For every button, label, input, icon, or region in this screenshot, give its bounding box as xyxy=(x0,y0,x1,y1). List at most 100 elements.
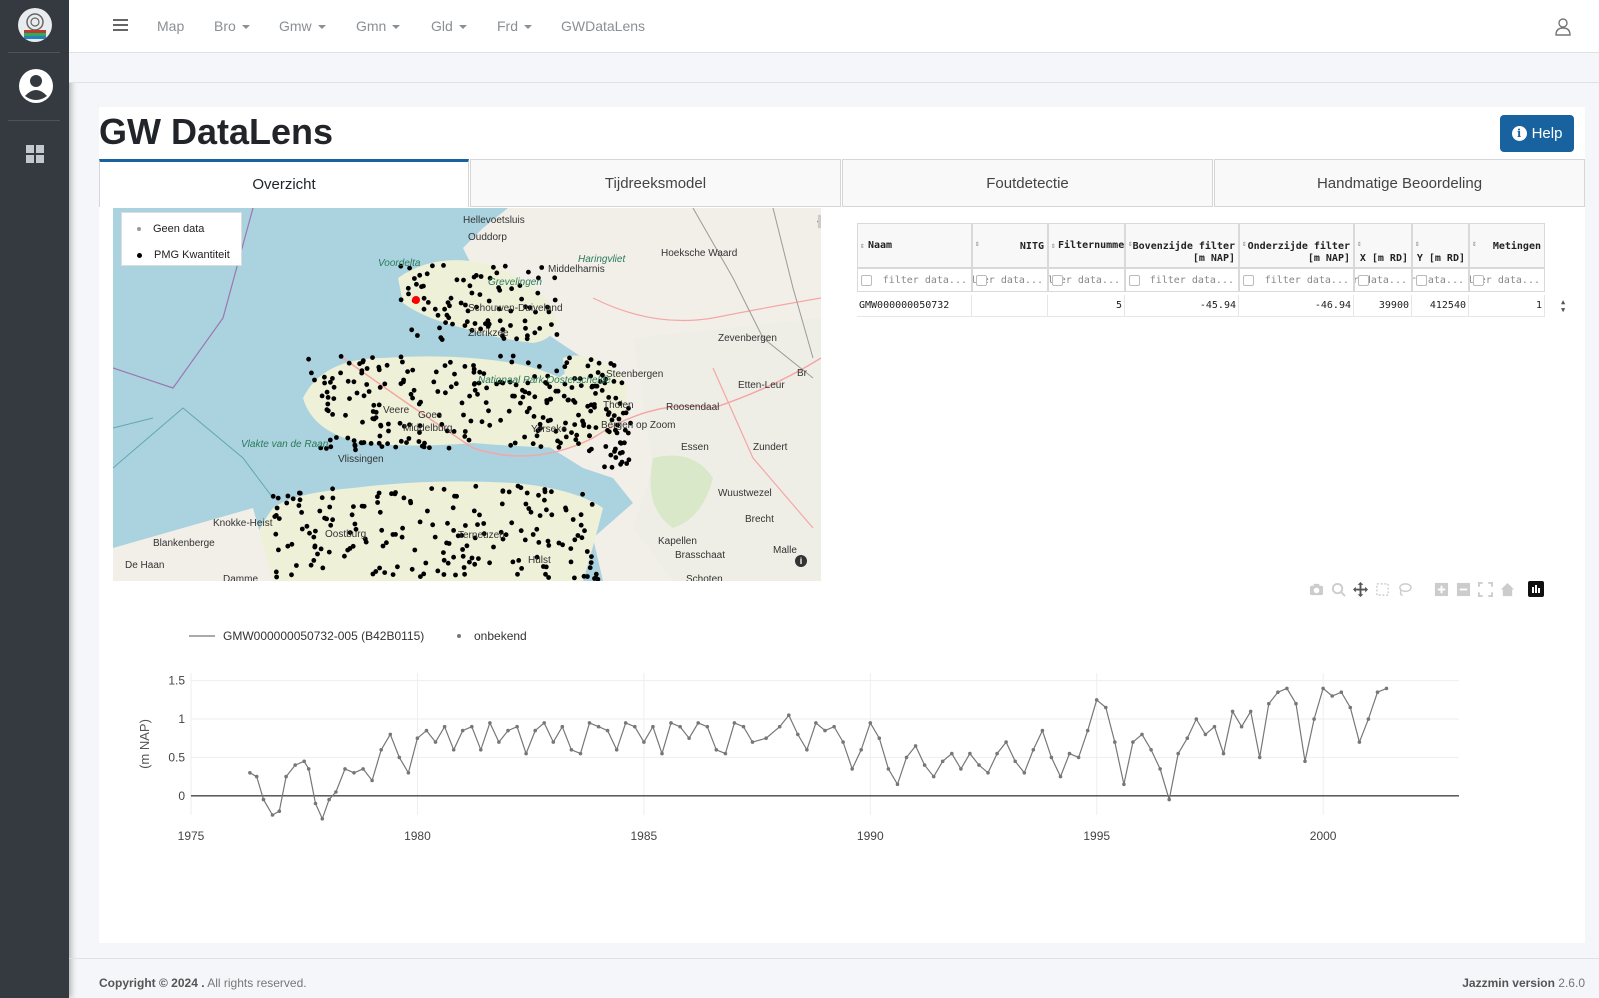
map-well-marker[interactable] xyxy=(405,369,410,374)
map-well-marker[interactable] xyxy=(334,435,339,440)
filter-input-bovenzijde[interactable]: filter data... xyxy=(1125,268,1239,292)
map-well-marker[interactable] xyxy=(315,551,320,557)
map-well-marker[interactable] xyxy=(351,504,356,509)
map-well-marker[interactable] xyxy=(477,292,483,297)
map-well-marker[interactable] xyxy=(599,388,605,393)
map-well-marker[interactable] xyxy=(408,391,414,397)
map-well-marker[interactable] xyxy=(299,526,305,532)
map-well-marker[interactable] xyxy=(518,528,524,534)
map-well-marker[interactable] xyxy=(376,440,382,446)
map-well-marker[interactable] xyxy=(460,553,466,559)
map-well-marker[interactable] xyxy=(360,419,365,425)
nav-item-frd[interactable]: Frd xyxy=(497,18,532,34)
map-well-marker[interactable] xyxy=(532,330,538,336)
map-well-marker[interactable] xyxy=(331,396,337,401)
map-well-marker[interactable] xyxy=(506,489,512,495)
map-well-marker[interactable] xyxy=(530,532,536,537)
map-well-marker[interactable] xyxy=(352,521,358,527)
map-well-marker[interactable] xyxy=(462,571,467,577)
map-well-marker[interactable] xyxy=(524,490,530,496)
map-well-marker[interactable] xyxy=(471,366,477,372)
map-well-marker[interactable] xyxy=(588,560,594,565)
map-well-marker[interactable] xyxy=(625,430,631,436)
map-well-marker[interactable] xyxy=(561,393,567,399)
map-well-marker[interactable] xyxy=(290,496,296,502)
col-header-onderzijde[interactable]: ⇕ Onderzijde filter [m NAP] xyxy=(1239,223,1354,268)
map-well-marker[interactable] xyxy=(536,540,542,545)
map-well-marker[interactable] xyxy=(411,387,417,393)
map-well-marker[interactable] xyxy=(451,528,456,533)
map-well-marker[interactable] xyxy=(322,374,327,380)
nav-item-gwdatalens[interactable]: GWDataLens xyxy=(561,18,645,34)
map-well-marker[interactable] xyxy=(415,333,420,338)
map-well-marker[interactable] xyxy=(580,491,585,497)
map-well-marker[interactable] xyxy=(613,455,619,460)
map-well-marker[interactable] xyxy=(446,541,452,546)
zoom-icon[interactable] xyxy=(1331,582,1346,597)
map-well-marker[interactable] xyxy=(446,445,452,451)
map-well-marker[interactable] xyxy=(320,565,326,571)
map-well-marker[interactable] xyxy=(429,486,435,491)
map-well-marker[interactable] xyxy=(382,570,388,575)
map-well-marker[interactable] xyxy=(460,547,465,552)
tab-foutdetectie[interactable]: Foutdetectie xyxy=(842,159,1213,207)
map-well-marker[interactable] xyxy=(467,283,473,289)
tab-handmatige-beoordeling[interactable]: Handmatige Beoordeling xyxy=(1214,159,1585,207)
map-well-marker[interactable] xyxy=(514,336,519,342)
map-well-marker[interactable] xyxy=(522,434,527,440)
map-well-marker[interactable] xyxy=(441,486,447,492)
map-well-marker[interactable] xyxy=(368,441,374,446)
map-well-marker[interactable] xyxy=(312,377,317,383)
map-well-marker[interactable] xyxy=(522,389,528,395)
legend-item-geen-data[interactable]: Geen data xyxy=(137,223,204,235)
map-well-marker[interactable] xyxy=(537,513,543,518)
map-well-marker[interactable] xyxy=(509,359,515,365)
map-well-marker[interactable] xyxy=(545,538,551,544)
map-well-marker[interactable] xyxy=(534,526,540,532)
map-well-marker[interactable] xyxy=(445,520,450,526)
map-well-marker[interactable] xyxy=(294,563,299,568)
row-scroll-arrows-icon[interactable]: ▲ ▼ xyxy=(1561,298,1565,314)
map-well-marker[interactable] xyxy=(380,543,386,549)
map-well-marker[interactable] xyxy=(520,394,526,400)
map-well-marker[interactable] xyxy=(351,438,357,443)
col-header-x[interactable]: ⇕ X [m RD] xyxy=(1354,223,1412,268)
map-well-marker[interactable] xyxy=(441,550,446,555)
map-well-marker[interactable] xyxy=(330,412,335,417)
map-well-marker[interactable] xyxy=(461,565,467,570)
map-well-marker[interactable] xyxy=(359,503,365,509)
map-well-marker[interactable] xyxy=(587,565,593,571)
map-well-marker[interactable] xyxy=(443,320,448,325)
map-well-marker[interactable] xyxy=(479,419,485,425)
map-well-marker[interactable] xyxy=(435,389,441,394)
map-well-marker[interactable] xyxy=(475,391,480,397)
map-well-marker[interactable] xyxy=(588,408,594,414)
map-well-marker[interactable] xyxy=(393,532,398,537)
map-well-marker[interactable] xyxy=(366,389,372,394)
map-well-marker[interactable] xyxy=(370,416,376,421)
map-well-marker[interactable] xyxy=(573,437,579,443)
filter-input-metingen[interactable]: filter data... xyxy=(1469,268,1545,292)
map-well-marker[interactable] xyxy=(379,527,385,533)
col-header-nitg[interactable]: ⇕ NITG xyxy=(972,223,1048,268)
map-well-marker[interactable] xyxy=(452,493,457,499)
map-well-marker[interactable] xyxy=(524,409,530,415)
map-well-marker[interactable] xyxy=(370,355,375,360)
map-well-marker[interactable] xyxy=(466,437,472,443)
map-well-marker[interactable] xyxy=(343,412,348,418)
map-well-marker[interactable] xyxy=(385,441,390,447)
map-well-marker[interactable] xyxy=(494,270,500,276)
map-well-marker[interactable] xyxy=(430,522,436,528)
map-well-marker[interactable] xyxy=(375,500,380,505)
map-well-marker[interactable] xyxy=(359,370,365,376)
map-well-marker[interactable] xyxy=(477,369,483,375)
map-well-marker[interactable] xyxy=(409,327,415,333)
map-well-marker[interactable] xyxy=(289,572,294,578)
map-well-marker[interactable] xyxy=(497,287,503,293)
map-well-marker[interactable] xyxy=(469,555,475,561)
map-well-marker[interactable] xyxy=(400,525,405,531)
map-well-marker[interactable] xyxy=(508,323,513,328)
map-well-marker[interactable] xyxy=(398,354,404,360)
map-well-marker[interactable] xyxy=(452,371,457,377)
col-header-y[interactable]: ⇕ Y [m RD] xyxy=(1412,223,1469,268)
